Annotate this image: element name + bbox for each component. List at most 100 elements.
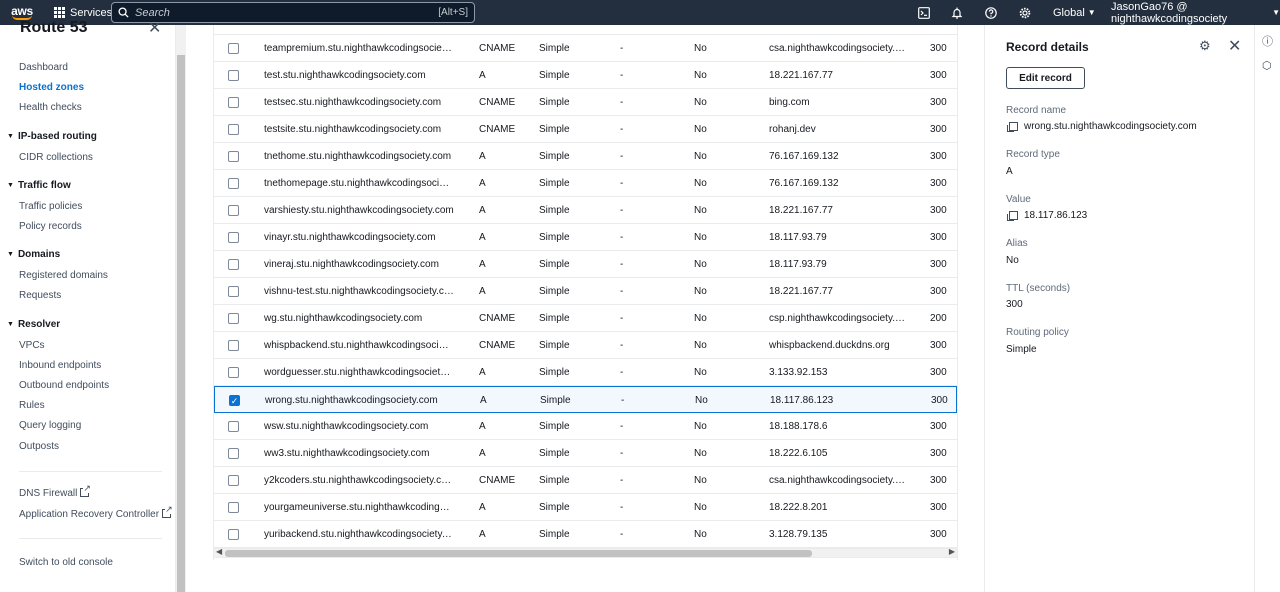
scroll-left-icon[interactable]: ◀ [216, 547, 222, 556]
account-menu[interactable]: JasonGao76 @ nighthawkcodingsociety ▼ [1111, 0, 1280, 25]
sidebar-item-outposts[interactable]: Outposts [19, 441, 59, 452]
sidebar-item-query-logging[interactable]: Query logging [19, 420, 81, 431]
alias-cell: No [694, 97, 707, 108]
table-row[interactable]: y2kcoders.stu.nighthawkcodingsociety.com… [214, 467, 957, 494]
section-resolver[interactable]: ▼ Resolver [7, 319, 60, 330]
record-details-icon[interactable]: ⬡ [1262, 59, 1272, 72]
checkbox[interactable] [228, 97, 239, 108]
table-row[interactable]: vishnu-test.stu.nighthawkcodingsociety.c… [214, 278, 957, 305]
gear-icon[interactable] [1016, 0, 1034, 25]
table-row[interactable]: tnethome.stu.nighthawkcodingsociety.com A… [214, 143, 957, 170]
bell-icon[interactable] [948, 0, 966, 25]
checkbox[interactable] [228, 232, 239, 243]
table-row[interactable]: varshiesty.stu.nighthawkcodingsociety.co… [214, 197, 957, 224]
checkbox[interactable] [228, 178, 239, 189]
section-traffic-flow[interactable]: ▼ Traffic flow [7, 180, 71, 191]
checkbox[interactable] [228, 43, 239, 54]
value-text: 18.117.86.123 [1024, 210, 1088, 221]
checkbox[interactable] [228, 259, 239, 270]
alias-cell: No [695, 395, 708, 406]
routing-policy-cell: Simple [539, 502, 570, 513]
copy-icon[interactable] [1007, 122, 1018, 132]
section-ip-based-routing[interactable]: ▼ IP-based routing [7, 131, 97, 142]
search-input[interactable] [135, 6, 439, 19]
checkbox[interactable] [228, 448, 239, 459]
checkbox[interactable] [228, 367, 239, 378]
checkbox[interactable] [228, 151, 239, 162]
sidebar-item-outbound-endpoints[interactable]: Outbound endpoints [19, 380, 109, 391]
caret-down-icon: ▼ [1087, 8, 1096, 17]
sidebar-item-application-recovery-controller[interactable]: Application Recovery Controller [19, 505, 173, 520]
checkbox[interactable] [228, 529, 239, 540]
table-horizontal-scrollbar[interactable]: ◀ ▶ [213, 547, 958, 558]
help-icon[interactable] [982, 0, 1000, 25]
scrollbar-thumb[interactable] [225, 550, 812, 557]
close-icon[interactable]: ✕ [1228, 36, 1241, 56]
table-row[interactable]: whispbackend.stu.nighthawkcodingsociety.… [214, 332, 957, 359]
record-name-cell: varshiesty.stu.nighthawkcodingsociety.co… [264, 205, 454, 216]
section-domains[interactable]: ▼ Domains [7, 249, 60, 260]
search-box[interactable]: [Alt+S] [111, 2, 475, 23]
table-row[interactable]: wsw.stu.nighthawkcodingsociety.com A Simpl… [214, 413, 957, 440]
table-row[interactable]: yourgameuniverse.stu.nighthawkcodingsoci… [214, 494, 957, 521]
side-navigation: Route 53 ✕ Dashboard Hosted zones Health… [0, 19, 176, 592]
table-row[interactable]: test.stu.nighthawkcodingsociety.com A Simp… [214, 62, 957, 89]
top-navigation-bar: aws Services [Alt+S] Global ▼ JasonGao76… [0, 0, 1280, 25]
checkbox-checked[interactable]: ✓ [229, 395, 240, 406]
checkbox[interactable] [228, 124, 239, 135]
region-selector[interactable]: Global ▼ [1053, 0, 1096, 25]
routing-policy-value: Simple [1006, 344, 1037, 355]
scrollbar-thumb[interactable] [177, 55, 185, 592]
checkbox[interactable] [228, 340, 239, 351]
sidebar-item-inbound-endpoints[interactable]: Inbound endpoints [19, 360, 101, 371]
sidebar-item-cidr-collections[interactable]: CIDR collections [19, 152, 93, 163]
checkbox[interactable] [228, 313, 239, 324]
record-details-panel: Record details ⚙ ✕ Edit record Record na… [984, 25, 1254, 592]
checkbox[interactable] [228, 502, 239, 513]
record-type-cell: CNAME [479, 340, 516, 351]
copy-icon[interactable] [1007, 211, 1018, 221]
table-row[interactable]: tnethomepage.stu.nighthawkcodingsociety.… [214, 170, 957, 197]
table-row[interactable]: vineraj.stu.nighthawkcodingsociety.com A S… [214, 251, 957, 278]
checkbox[interactable] [228, 286, 239, 297]
sidebar-item-vpcs[interactable]: VPCs [19, 340, 45, 351]
switch-to-old-console-link[interactable]: Switch to old console [19, 557, 113, 568]
alias-cell: No [694, 43, 707, 54]
table-row[interactable]: wordguesser.stu.nighthawkcodingsociety.c… [214, 359, 957, 386]
ttl-cell: 300 [931, 395, 948, 406]
sidebar-item-traffic-policies[interactable]: Traffic policies [19, 201, 82, 212]
alias-value: No [1006, 255, 1019, 266]
table-row[interactable]: ww3.stu.nighthawkcodingsociety.com A Simpl… [214, 440, 957, 467]
sidebar-item-health-checks[interactable]: Health checks [19, 102, 82, 113]
edit-record-button[interactable]: Edit record [1006, 67, 1085, 89]
divider [19, 538, 162, 539]
table-row[interactable]: wg.stu.nighthawkcodingsociety.com CNAME Si… [214, 305, 957, 332]
checkbox[interactable] [228, 475, 239, 486]
checkbox[interactable] [228, 421, 239, 432]
sidebar-item-registered-domains[interactable]: Registered domains [19, 270, 108, 281]
gear-icon[interactable]: ⚙ [1199, 38, 1211, 54]
sidebar-item-dns-firewall[interactable]: DNS Firewall [19, 484, 91, 499]
sidebar-item-policy-records[interactable]: Policy records [19, 221, 82, 232]
sidebar-scrollbar[interactable] [176, 25, 186, 592]
info-icon[interactable]: ⓘ [1262, 33, 1273, 49]
close-icon[interactable]: ✕ [148, 18, 161, 38]
table-row[interactable]: ✓ wrong.stu.nighthawkcodingsociety.com A Si… [214, 386, 957, 413]
checkbox[interactable] [228, 205, 239, 216]
table-row[interactable]: testsec.stu.nighthawkcodingsociety.com CN… [214, 89, 957, 116]
table-row[interactable]: testsite.stu.nighthawkcodingsociety.com C… [214, 116, 957, 143]
table-row[interactable]: vinayr.stu.nighthawkcodingsociety.com A Si… [214, 224, 957, 251]
alias-cell: No [694, 313, 707, 324]
sidebar-item-rules[interactable]: Rules [19, 400, 45, 411]
table-row[interactable]: teampremium.stu.nighthawkcodingsociety.c… [214, 35, 957, 62]
table-row[interactable]: yuribackend.stu.nighthawkcodingsociety.c… [214, 521, 957, 548]
checkbox[interactable] [228, 70, 239, 81]
sidebar-item-dashboard[interactable]: Dashboard [19, 62, 68, 73]
sidebar-item-requests[interactable]: Requests [19, 290, 61, 301]
scroll-right-icon[interactable]: ▶ [949, 547, 955, 556]
record-value-cell: csa.nighthawkcodingsociety.com [769, 475, 907, 486]
sidebar-item-hosted-zones[interactable]: Hosted zones [19, 82, 84, 93]
alias-cell: No [694, 367, 707, 378]
cloudshell-icon[interactable] [915, 0, 933, 25]
record-value-cell: 76.167.169.132 [769, 178, 839, 189]
